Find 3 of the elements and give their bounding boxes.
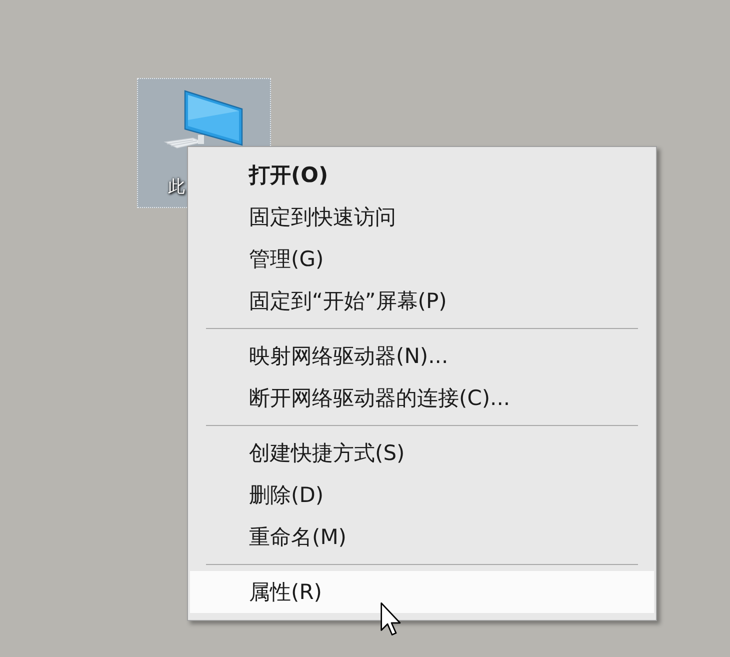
menu-item[interactable]: 属性(R) xyxy=(190,571,654,613)
mouse-pointer-icon xyxy=(380,602,403,637)
desktop-icon-label: 此 xyxy=(168,179,185,196)
